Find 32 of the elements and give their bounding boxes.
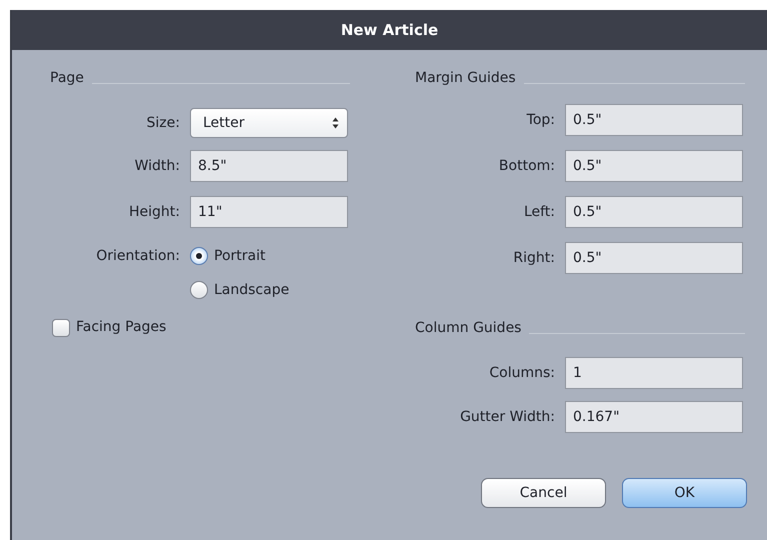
radio-button[interactable] <box>190 247 208 265</box>
cancel-button[interactable]: Cancel <box>481 478 606 508</box>
section-heading: Margin Guides <box>415 68 516 88</box>
field-label: Bottom: <box>498 156 555 176</box>
input-field[interactable]: 11" <box>190 196 348 228</box>
stepper-arrows-icon <box>332 117 339 129</box>
section-heading: Page <box>50 68 84 88</box>
ok-button[interactable]: OK <box>622 478 747 508</box>
radio-button[interactable] <box>190 281 208 299</box>
field-label: Left: <box>522 202 555 222</box>
field-label: Height: <box>128 202 180 222</box>
field-label: Width: <box>134 156 180 176</box>
input-field[interactable]: 8.5" <box>190 150 348 182</box>
input-field[interactable]: 1 <box>565 357 743 389</box>
field-label: Size: <box>146 114 180 132</box>
field-label: Top: <box>526 110 555 130</box>
checkbox-label[interactable]: Facing Pages <box>76 317 166 338</box>
input-field[interactable]: 0.167" <box>565 401 743 433</box>
input-field[interactable]: 0.5" <box>565 242 743 274</box>
radio-option[interactable]: Landscape <box>190 280 290 300</box>
field-label: Right: <box>512 248 555 268</box>
radio-option[interactable]: Portrait <box>190 246 266 266</box>
checkbox[interactable] <box>52 318 70 336</box>
section-heading: Column Guides <box>415 318 522 338</box>
input-field[interactable]: 0.5" <box>565 196 743 228</box>
size-dropdown[interactable]: Letter <box>190 108 348 138</box>
field-label: Orientation: <box>95 246 180 266</box>
window-title: New Article <box>12 10 767 50</box>
input-field[interactable]: 0.5" <box>565 150 743 182</box>
field-label: Columns: <box>488 364 555 382</box>
input-field[interactable]: 0.5" <box>565 104 743 136</box>
field-label: Gutter Width: <box>459 408 555 426</box>
